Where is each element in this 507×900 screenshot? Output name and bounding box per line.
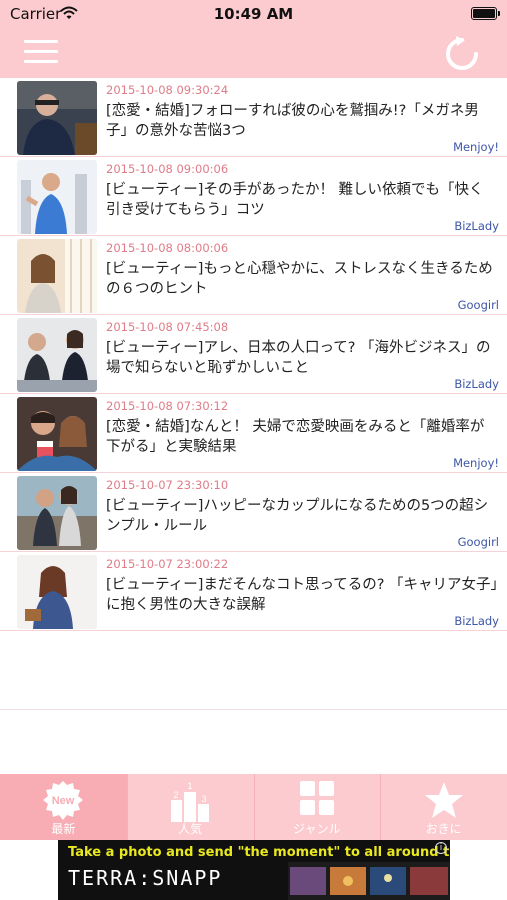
app-screen: Carrier 10:49 AM 2015-10-08 09:30:24 [恋愛… [0,0,507,900]
tab-bar: New 最新 1 2 3 人気 ジャンル おきに [0,774,507,840]
article-title: [ビューティー]アレ、日本の人口って? 「海外ビジネス」の場で知らないと恥ずかし… [106,340,491,376]
ranking-podium-icon: 1 2 3 [171,781,210,822]
article-date: 2015-10-08 09:00:06 [106,162,229,176]
article-title: [ビューティー]もっと心穏やかに、ストレスなく生きるための６つのヒント [106,261,493,297]
battery-icon [471,7,500,20]
list-item[interactable]: 2015-10-07 23:30:10 [ビューティー]ハッピーなカップルになる… [0,473,507,552]
article-source: Googirl [457,535,499,549]
ad-brand: TERRA:SNAPP [68,866,223,890]
star-icon [424,782,463,818]
svg-text:3: 3 [202,794,207,804]
status-bar: Carrier 10:49 AM [0,0,507,28]
article-source: BizLady [454,614,499,628]
grid-icon [299,781,334,815]
tab-popular[interactable]: 1 2 3 人気 [127,774,254,840]
list-item[interactable]: 2015-10-08 09:30:24 [恋愛・結婚]フォローすれば彼の心を鷲掴… [0,78,507,157]
article-thumbnail [17,239,97,313]
article-source: BizLady [454,377,499,391]
new-badge-icon: New [43,781,84,820]
list-item[interactable]: 2015-10-08 07:30:12 [恋愛・結婚]なんと！ 夫婦で恋愛映画を… [0,394,507,473]
article-list: 2015-10-08 09:30:24 [恋愛・結婚]フォローすれば彼の心を鷲掴… [0,78,507,710]
list-item[interactable]: 2015-10-08 07:45:08 [ビューティー]アレ、日本の人口って? … [0,315,507,394]
list-item[interactable]: 2015-10-07 23:00:22 [ビューティー]まだそんなコト思ってるの… [0,552,507,631]
tab-label: 最新 [51,822,76,836]
tab-label: おきに [425,822,462,836]
article-thumbnail [17,160,97,234]
article-date: 2015-10-08 07:30:12 [106,399,229,413]
empty-list-row [0,631,507,710]
info-icon[interactable]: i [435,842,447,854]
article-title: [ビューティー]まだそんなコト思ってるの? 「キャリア女子」に抱く男性の大きな誤… [106,577,498,613]
clock: 10:49 AM [213,5,294,23]
article-title: [恋愛・結婚]フォローすれば彼の心を鷲掴み!?「メガネ男子」の意外な苦悩3つ [106,103,479,139]
tab-label: 人気 [178,822,203,836]
tab-favorites[interactable]: おきに [380,774,507,840]
svg-text:2: 2 [174,790,179,800]
article-source: Googirl [457,298,499,312]
article-title: [恋愛・結婚]なんと！ 夫婦で恋愛映画をみると「離婚率が下がる」と実験結果 [106,419,485,455]
article-source: Menjoy! [453,456,499,470]
hamburger-menu-icon[interactable] [24,40,58,66]
article-thumbnail [17,555,97,629]
tab-genre[interactable]: ジャンル [254,774,381,840]
svg-text:New: New [52,795,75,807]
article-date: 2015-10-08 08:00:06 [106,241,229,255]
ad-headline: Take a photo and send "the moment" to al… [68,845,450,860]
list-item[interactable]: 2015-10-08 08:00:06 [ビューティー]もっと心穏やかに、ストレ… [0,236,507,315]
article-title: [ビューティー]ハッピーなカップルになるための5つの超シンプル・ルール [106,498,489,534]
article-date: 2015-10-07 23:30:10 [106,478,229,492]
refresh-icon[interactable] [443,35,481,73]
article-source: Menjoy! [453,140,499,154]
ad-film-strip [288,862,450,900]
article-thumbnail [17,81,97,155]
ad-banner[interactable]: Take a photo and send "the moment" to al… [58,840,450,900]
nav-bar [0,28,507,78]
article-source: BizLady [454,219,499,233]
tab-latest[interactable]: New 最新 [0,774,127,840]
article-date: 2015-10-07 23:00:22 [106,557,229,571]
article-thumbnail [17,476,97,550]
list-item[interactable]: 2015-10-08 09:00:06 [ビューティー]その手があったか！ 難し… [0,157,507,236]
tab-label: ジャンル [293,822,341,836]
ad-banner-area: Take a photo and send "the moment" to al… [0,840,507,900]
article-date: 2015-10-08 07:45:08 [106,320,229,334]
article-title: [ビューティー]その手があったか！ 難しい依頼でも「快く引き受けてもらう」コツ [106,182,484,218]
svg-text:1: 1 [188,781,193,791]
article-date: 2015-10-08 09:30:24 [106,83,229,97]
article-thumbnail [17,318,97,392]
article-thumbnail [17,397,97,471]
